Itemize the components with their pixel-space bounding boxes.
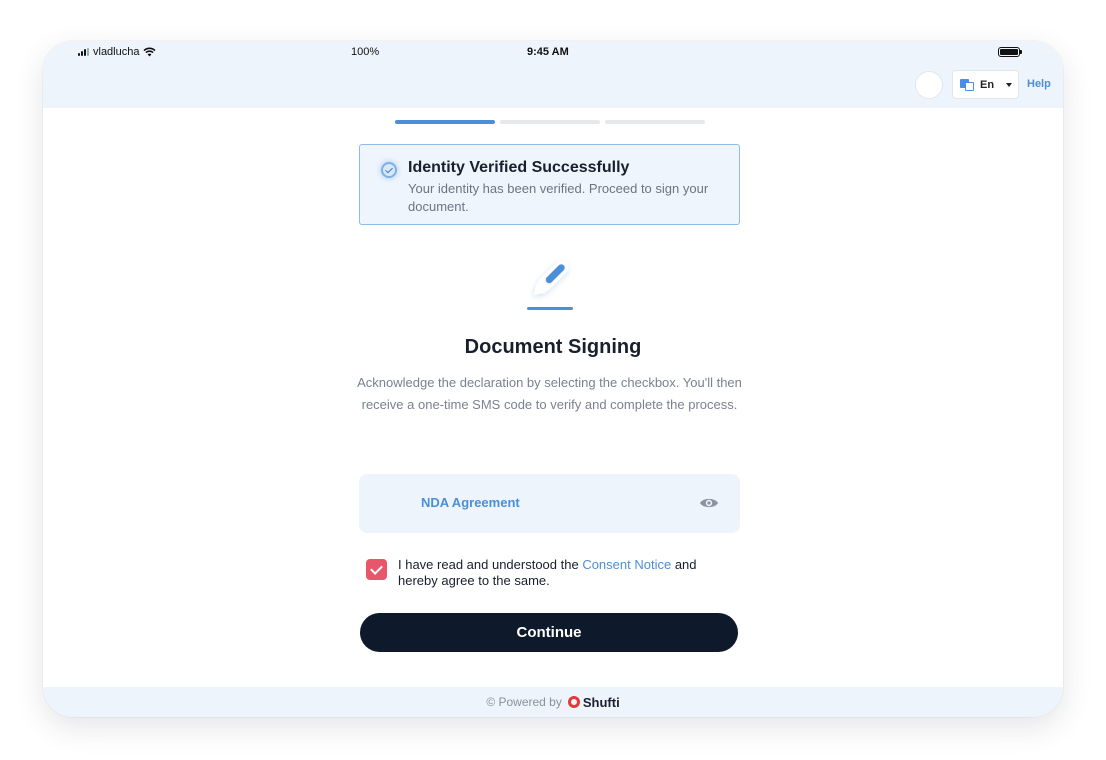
signal-icon — [78, 48, 89, 56]
battery-icon — [998, 47, 1022, 57]
continue-button[interactable]: Continue — [360, 613, 738, 652]
battery-percent: 100% — [351, 46, 380, 58]
carrier-info: vladlucha — [78, 46, 157, 58]
avatar[interactable] — [915, 71, 943, 99]
top-bar: vladlucha 100% 9:45 AM En Help — [43, 41, 1063, 108]
eye-icon[interactable] — [699, 496, 719, 510]
translate-icon — [960, 78, 974, 91]
brand-name: Shufti — [582, 694, 620, 710]
check-circle-icon — [381, 162, 397, 178]
pen-icon — [527, 260, 573, 310]
help-link[interactable]: Help — [1027, 78, 1051, 90]
consent-notice-link[interactable]: Consent Notice — [582, 557, 671, 572]
progress-step — [500, 120, 600, 124]
alert-message: Your identity has been verified. Proceed… — [408, 181, 709, 214]
status-time: 9:45 AM — [527, 46, 569, 58]
shufti-logo-icon — [567, 696, 580, 708]
consent-checkbox[interactable] — [366, 559, 387, 580]
progress-step — [605, 120, 705, 124]
language-selector[interactable]: En — [952, 70, 1019, 99]
progress-step — [395, 120, 495, 124]
powered-by-label: © Powered by — [486, 695, 562, 709]
wifi-icon — [143, 47, 157, 57]
brand-logo: Shufti — [567, 694, 620, 710]
language-label: En — [980, 78, 995, 91]
footer: © Powered by Shufti — [43, 687, 1063, 717]
alert-title: Identity Verified Successfully — [408, 159, 630, 176]
consent-text: I have read and understood the Consent N… — [398, 557, 728, 589]
step-progress — [395, 120, 705, 124]
page-description: Acknowledge the declaration by selecting… — [357, 375, 742, 412]
status-bar: vladlucha 100% 9:45 AM — [43, 41, 1063, 63]
device-frame: vladlucha 100% 9:45 AM En Help Identity — [43, 41, 1063, 717]
chevron-down-icon — [1006, 82, 1013, 87]
consent-text-before: I have read and understood the — [398, 557, 583, 572]
success-alert: Identity Verified Successfully Your iden… — [359, 144, 740, 225]
carrier-name: vladlucha — [93, 46, 140, 58]
document-name[interactable]: NDA Agreement — [421, 495, 520, 510]
document-card[interactable]: NDA Agreement — [359, 474, 740, 533]
page-title: Document Signing — [464, 336, 642, 358]
